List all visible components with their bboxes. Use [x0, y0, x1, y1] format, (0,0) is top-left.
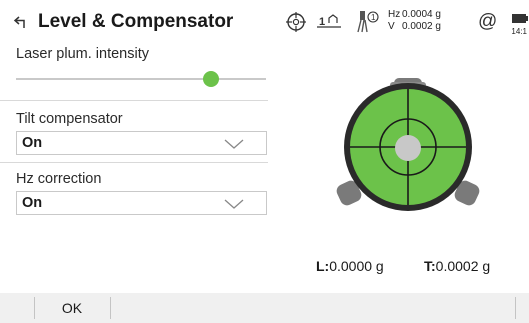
v-label: V	[388, 21, 395, 32]
hz-correction-label: Hz correction	[16, 171, 102, 187]
l-readout: L:0.0000 g	[316, 258, 384, 274]
svg-text:1: 1	[371, 13, 376, 22]
electronic-bubble-level	[336, 78, 480, 214]
tilt-compensator-value: On	[22, 135, 43, 151]
back-arrow-icon[interactable]	[12, 12, 30, 32]
clock: 14:1	[511, 27, 527, 36]
softkey-bar: OK	[0, 293, 529, 323]
face-indicator-icon[interactable]: 1	[316, 0, 344, 44]
t-value: 0.0002 g	[435, 258, 491, 274]
divider	[0, 162, 268, 163]
t-readout: T:0.0002 g	[424, 258, 490, 274]
divider	[0, 100, 268, 101]
ok-button[interactable]: OK	[34, 293, 110, 323]
slider-track	[16, 78, 266, 80]
t-label: T:	[424, 258, 436, 274]
at-icon[interactable]: @	[478, 0, 497, 44]
slider-thumb[interactable]	[203, 71, 219, 87]
laser-intensity-slider[interactable]	[16, 70, 266, 88]
chevron-down-icon	[224, 197, 244, 209]
target-icon[interactable]	[284, 0, 308, 44]
page-title: Level & Compensator	[38, 11, 234, 32]
hz-correction-value: On	[22, 195, 43, 211]
hz-value: 0.0004 g	[402, 9, 441, 20]
tilt-compensator-dropdown[interactable]: On	[16, 131, 267, 155]
v-value: 0.0002 g	[402, 21, 441, 32]
prism-icon[interactable]: 1	[352, 0, 382, 44]
softkey-separator	[110, 297, 111, 319]
l-value: 0.0000 g	[329, 258, 384, 274]
level-bubble	[395, 135, 421, 161]
l-label: L:	[316, 258, 330, 274]
title-bar: Level & Compensator 1 1 Hz 0.0004 g V 0.…	[0, 0, 529, 44]
tilt-compensator-label: Tilt compensator	[16, 111, 123, 127]
svg-text:1: 1	[319, 16, 325, 28]
angle-readout: Hz 0.0004 g V 0.0002 g	[388, 9, 441, 33]
chevron-down-icon	[224, 137, 244, 149]
hz-label: Hz	[388, 9, 401, 20]
hz-correction-dropdown[interactable]: On	[16, 191, 267, 215]
softkey-separator	[515, 297, 516, 319]
laser-intensity-label: Laser plum. intensity	[16, 46, 149, 62]
